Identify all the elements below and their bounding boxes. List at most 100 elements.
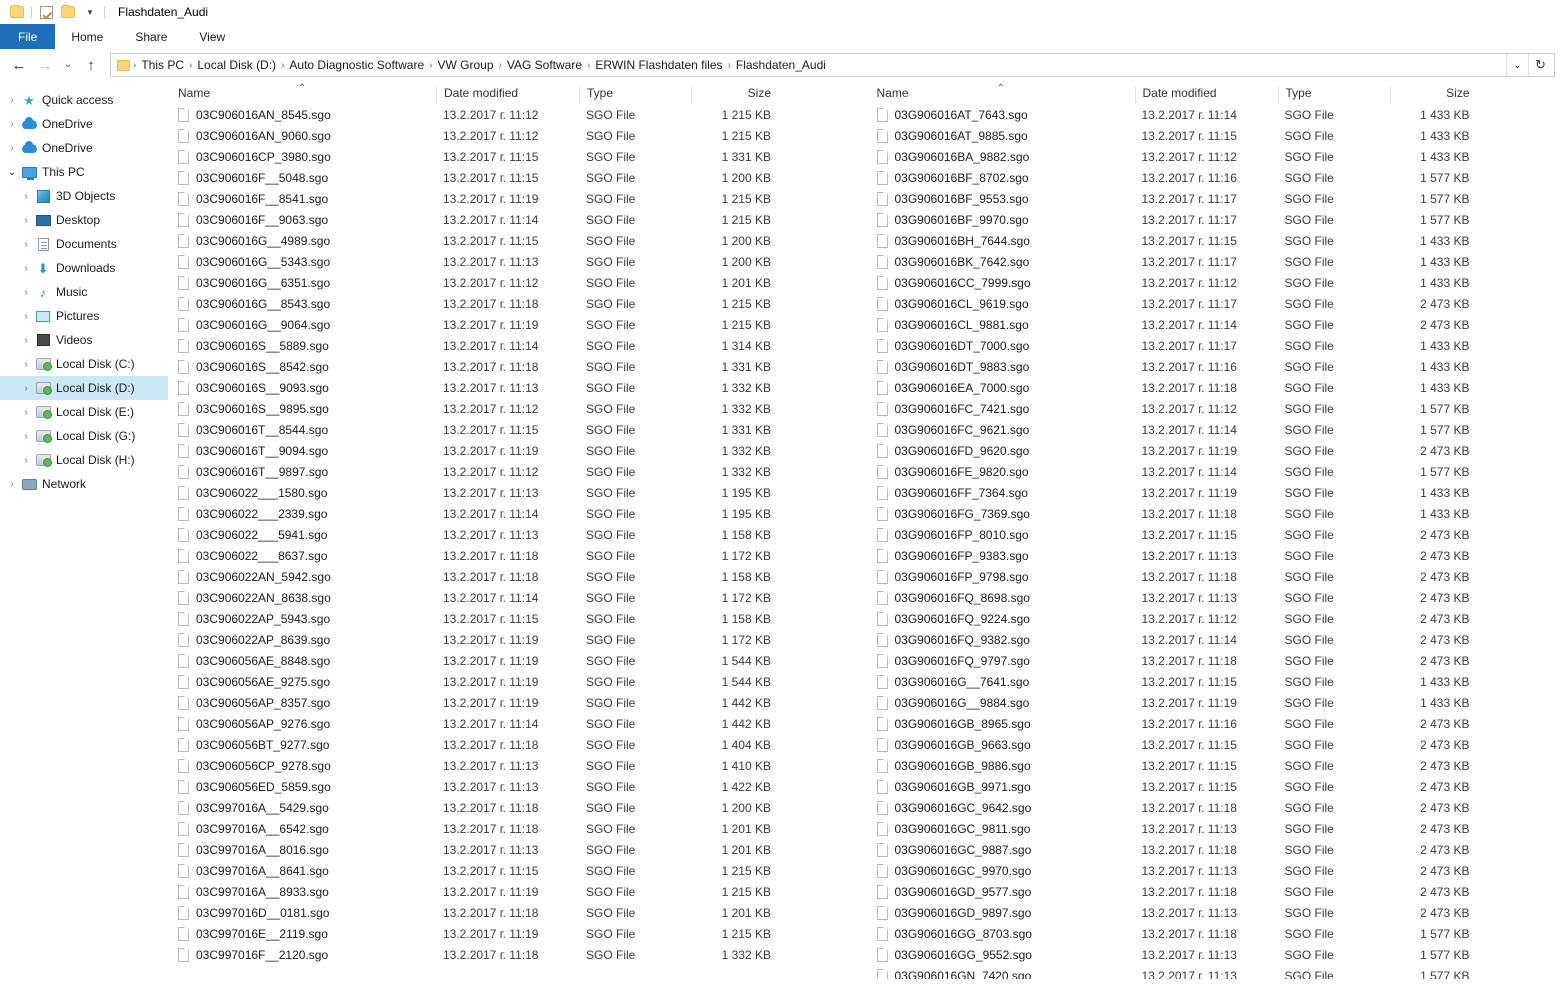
file-row[interactable]: 03C906016G__5343.sgo13.2.2017 г. 11:13SG… [174,251,865,272]
address-bar[interactable]: › This PC › Local Disk (D:) › Auto Diagn… [110,53,1555,77]
file-row[interactable]: 03G906016GB_8965.sgo13.2.2017 г. 11:16SG… [873,713,1563,734]
tab-view[interactable]: View [183,24,241,49]
file-row[interactable]: 03G906016FP_9383.sgo13.2.2017 г. 11:13SG… [873,545,1563,566]
file-row[interactable]: 03C997016A__8641.sgo13.2.2017 г. 11:15SG… [174,860,865,881]
file-row[interactable]: 03G906016FP_8010.sgo13.2.2017 г. 11:15SG… [873,524,1563,545]
file-row[interactable]: 03C906016F__5048.sgo13.2.2017 г. 11:15SG… [174,167,865,188]
file-row[interactable]: 03C997016E__2119.sgo13.2.2017 г. 11:19SG… [174,923,865,944]
file-row[interactable]: 03C906016S__9895.sgo13.2.2017 г. 11:12SG… [174,398,865,419]
folder-icon[interactable] [6,2,28,22]
chevron-right-icon[interactable]: › [18,455,34,466]
file-row[interactable]: 03G906016FQ_9382.sgo13.2.2017 г. 11:14SG… [873,629,1563,650]
file-row[interactable]: 03G906016AT_7643.sgo13.2.2017 г. 11:14SG… [873,104,1563,125]
file-row[interactable]: 03C906056AE_9275.sgo13.2.2017 г. 11:19SG… [174,671,865,692]
breadcrumb-item-erwin-flashdaten-files[interactable]: ERWIN Flashdaten files [591,58,726,72]
file-row[interactable]: 03G906016EA_7000.sgo13.2.2017 г. 11:18SG… [873,377,1563,398]
file-row[interactable]: 03C906056CP_9278.sgo13.2.2017 г. 11:13SG… [174,755,865,776]
chevron-right-icon[interactable]: › [18,311,34,322]
file-row[interactable]: 03C906016G__8543.sgo13.2.2017 г. 11:18SG… [174,293,865,314]
file-row[interactable]: 03G906016FC_9621.sgo13.2.2017 г. 11:14SG… [873,419,1563,440]
file-row[interactable]: 03G906016CL_9881.sgo13.2.2017 г. 11:14SG… [873,314,1563,335]
file-row[interactable]: 03C906016S__8542.sgo13.2.2017 г. 11:18SG… [174,356,865,377]
file-row[interactable]: 03C906022AN_5942.sgo13.2.2017 г. 11:18SG… [174,566,865,587]
file-row[interactable]: 03G906016GB_9886.sgo13.2.2017 г. 11:15SG… [873,755,1563,776]
chevron-right-icon[interactable]: › [18,407,34,418]
file-row[interactable]: 03C906016S__5889.sgo13.2.2017 г. 11:14SG… [174,335,865,356]
file-row[interactable]: 03G906016FQ_8698.sgo13.2.2017 г. 11:13SG… [873,587,1563,608]
chevron-right-icon[interactable]: › [18,335,34,346]
breadcrumb-item-local-disk-d[interactable]: Local Disk (D:) [193,58,280,72]
column-header-size[interactable]: Size [1390,86,1478,104]
sidebar-item-videos[interactable]: ›Videos [0,328,168,352]
file-row[interactable]: 03C906056BT_9277.sgo13.2.2017 г. 11:18SG… [174,734,865,755]
file-row[interactable]: 03G906016FD_9620.sgo13.2.2017 г. 11:19SG… [873,440,1563,461]
breadcrumb-item-flashdaten-audi[interactable]: Flashdaten_Audi [732,58,830,72]
file-row[interactable]: 03C906022___2339.sgo13.2.2017 г. 11:14SG… [174,503,865,524]
file-row[interactable]: 03G906016GB_9663.sgo13.2.2017 г. 11:15SG… [873,734,1563,755]
file-row[interactable]: 03G906016BK_7642.sgo13.2.2017 г. 11:17SG… [873,251,1563,272]
file-row[interactable]: 03G906016GG_9552.sgo13.2.2017 г. 11:13SG… [873,944,1563,965]
column-header-name[interactable]: Name ⌃ [174,86,436,104]
file-row[interactable]: 03G906016CC_7999.sgo13.2.2017 г. 11:12SG… [873,272,1563,293]
chevron-right-icon[interactable]: › [18,383,34,394]
file-row[interactable]: 03C906016AN_9060.sgo13.2.2017 г. 11:12SG… [174,125,865,146]
sidebar-item-desktop[interactable]: ›Desktop [0,208,168,232]
tab-file[interactable]: File [0,24,55,49]
breadcrumb-item-auto-diagnostic-software[interactable]: Auto Diagnostic Software [285,58,428,72]
sidebar-item-pictures[interactable]: ›Pictures [0,304,168,328]
sidebar-item-this-pc[interactable]: ⌄This PC [0,160,168,184]
sidebar-item-local-disk-c[interactable]: ›Local Disk (C:) [0,352,168,376]
file-row[interactable]: 03G906016DT_9883.sgo13.2.2017 г. 11:16SG… [873,356,1563,377]
column-header-size[interactable]: Size [691,86,779,104]
file-row[interactable]: 03G906016FP_9798.sgo13.2.2017 г. 11:18SG… [873,566,1563,587]
file-row[interactable]: 03G906016GG_8703.sgo13.2.2017 г. 11:18SG… [873,923,1563,944]
file-row[interactable]: 03C906022AP_5943.sgo13.2.2017 г. 11:15SG… [174,608,865,629]
file-row[interactable]: 03G906016FQ_9224.sgo13.2.2017 г. 11:12SG… [873,608,1563,629]
file-row[interactable]: 03C906016T__9897.sgo13.2.2017 г. 11:12SG… [174,461,865,482]
chevron-right-icon[interactable]: › [18,239,34,250]
file-row[interactable]: 03G906016FC_7421.sgo13.2.2017 г. 11:12SG… [873,398,1563,419]
sidebar-item-quick-access[interactable]: ›★Quick access [0,88,168,112]
sidebar-item-music[interactable]: ›♪Music [0,280,168,304]
file-row[interactable]: 03C906022AP_8639.sgo13.2.2017 г. 11:19SG… [174,629,865,650]
file-row[interactable]: 03C997016F__2120.sgo13.2.2017 г. 11:18SG… [174,944,865,965]
file-row[interactable]: 03G906016G__7641.sgo13.2.2017 г. 11:15SG… [873,671,1563,692]
chevron-right-icon[interactable]: › [18,359,34,370]
file-row[interactable]: 03C906016S__9093.sgo13.2.2017 г. 11:13SG… [174,377,865,398]
file-row[interactable]: 03C997016D__0181.sgo13.2.2017 г. 11:18SG… [174,902,865,923]
sidebar-item-downloads[interactable]: ›⬇Downloads [0,256,168,280]
file-row[interactable]: 03C906016T__8544.sgo13.2.2017 г. 11:15SG… [174,419,865,440]
file-row[interactable]: 03C906016G__4989.sgo13.2.2017 г. 11:15SG… [174,230,865,251]
column-header-type[interactable]: Type [579,86,691,104]
file-row[interactable]: 03G906016BA_9882.sgo13.2.2017 г. 11:12SG… [873,146,1563,167]
file-row[interactable]: 03G906016BH_7644.sgo13.2.2017 г. 11:15SG… [873,230,1563,251]
file-row[interactable]: 03C906056ED_5859.sgo13.2.2017 г. 11:13SG… [174,776,865,797]
file-row[interactable]: 03C906016F__8541.sgo13.2.2017 г. 11:19SG… [174,188,865,209]
chevron-right-icon[interactable]: › [18,215,34,226]
file-row[interactable]: 03G906016FQ_9797.sgo13.2.2017 г. 11:18SG… [873,650,1563,671]
forward-button[interactable]: → [32,52,58,78]
column-header-date-modified[interactable]: Date modified [436,86,579,104]
file-row[interactable]: 03G906016FE_9820.sgo13.2.2017 г. 11:14SG… [873,461,1563,482]
file-row[interactable]: 03G906016GC_9642.sgo13.2.2017 г. 11:18SG… [873,797,1563,818]
file-row[interactable]: 03G906016GB_9971.sgo13.2.2017 г. 11:15SG… [873,776,1563,797]
file-row[interactable]: 03G906016FF_7364.sgo13.2.2017 г. 11:19SG… [873,482,1563,503]
file-row[interactable]: 03G906016G__9884.sgo13.2.2017 г. 11:19SG… [873,692,1563,713]
file-row[interactable]: 03G906016GD_9897.sgo13.2.2017 г. 11:13SG… [873,902,1563,923]
sidebar-item-local-disk-h[interactable]: ›Local Disk (H:) [0,448,168,472]
file-row[interactable]: 03G906016AT_9885.sgo13.2.2017 г. 11:15SG… [873,125,1563,146]
file-row[interactable]: 03G906016DT_7000.sgo13.2.2017 г. 11:17SG… [873,335,1563,356]
sidebar-item-local-disk-e[interactable]: ›Local Disk (E:) [0,400,168,424]
chevron-right-icon[interactable]: › [4,143,20,154]
chevron-down-icon[interactable]: ⌄ [4,167,20,178]
file-row[interactable]: 03C906022AN_8638.sgo13.2.2017 г. 11:14SG… [174,587,865,608]
file-row[interactable]: 03C997016A__8016.sgo13.2.2017 г. 11:13SG… [174,839,865,860]
file-row[interactable]: 03G906016GC_9887.sgo13.2.2017 г. 11:18SG… [873,839,1563,860]
file-row[interactable]: 03C997016A__6542.sgo13.2.2017 г. 11:18SG… [174,818,865,839]
sidebar-item-3d-objects[interactable]: ›3D Objects [0,184,168,208]
file-row[interactable]: 03C906016T__9094.sgo13.2.2017 г. 11:19SG… [174,440,865,461]
file-row[interactable]: 03G906016GC_9811.sgo13.2.2017 г. 11:13SG… [873,818,1563,839]
sidebar-item-onedrive[interactable]: ›OneDrive [0,112,168,136]
file-row[interactable]: 03C906022___1580.sgo13.2.2017 г. 11:13SG… [174,482,865,503]
file-row[interactable]: 03G906016GC_9970.sgo13.2.2017 г. 11:13SG… [873,860,1563,881]
